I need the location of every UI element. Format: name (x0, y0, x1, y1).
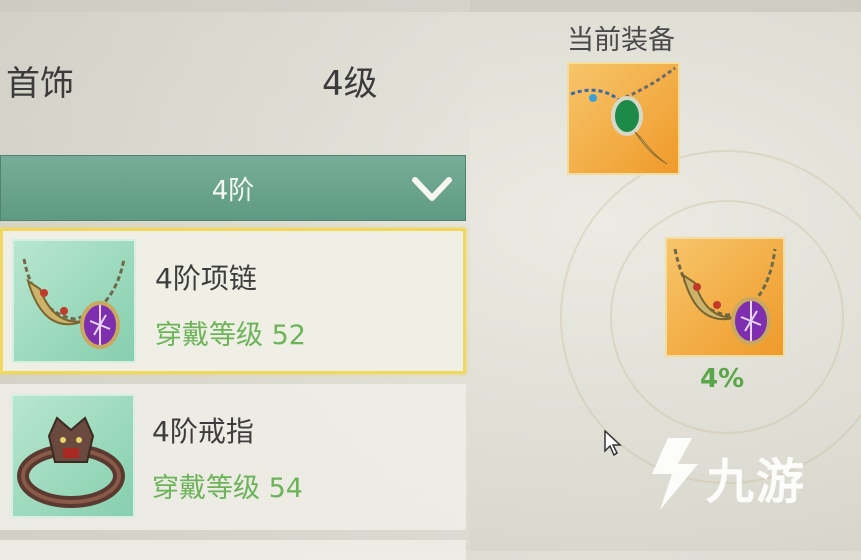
current-equipment-slot[interactable] (567, 62, 680, 175)
drop-preview-slot[interactable] (665, 237, 785, 357)
tier-dropdown[interactable]: 4阶 (0, 155, 466, 221)
drop-chance: 4% (700, 364, 745, 394)
jiuyou-logo-icon (652, 438, 698, 510)
item-name: 4阶项链 (155, 262, 257, 295)
category-title: 首饰 (6, 64, 74, 104)
necklace-green-jade-icon (570, 66, 676, 165)
necklace-purple-gem-icon (12, 239, 136, 363)
equipment-list-panel: 首饰 4级 4阶 4阶项链 穿戴等级 52 4阶戒指 穿戴等级 54 (0, 0, 470, 560)
watermark-text: 九游 (706, 454, 807, 510)
item-name: 4阶戒指 (152, 415, 254, 448)
mouse-cursor-icon (604, 430, 622, 456)
ring-beast-icon (11, 394, 135, 518)
list-item[interactable] (0, 540, 466, 560)
chevron-down-icon (412, 177, 452, 201)
list-item[interactable]: 4阶戒指 穿戴等级 54 (0, 384, 466, 530)
list-item[interactable]: 4阶项链 穿戴等级 52 (0, 228, 466, 374)
tier-dropdown-label: 4阶 (211, 175, 255, 206)
watermark-logo: 九游 (648, 430, 828, 520)
item-requirement: 穿戴等级 54 (152, 473, 303, 504)
level-label: 4级 (322, 64, 378, 104)
item-requirement: 穿戴等级 52 (155, 320, 306, 351)
current-equipment-label: 当前装备 (567, 25, 675, 56)
necklace-purple-gem-icon (673, 248, 777, 345)
